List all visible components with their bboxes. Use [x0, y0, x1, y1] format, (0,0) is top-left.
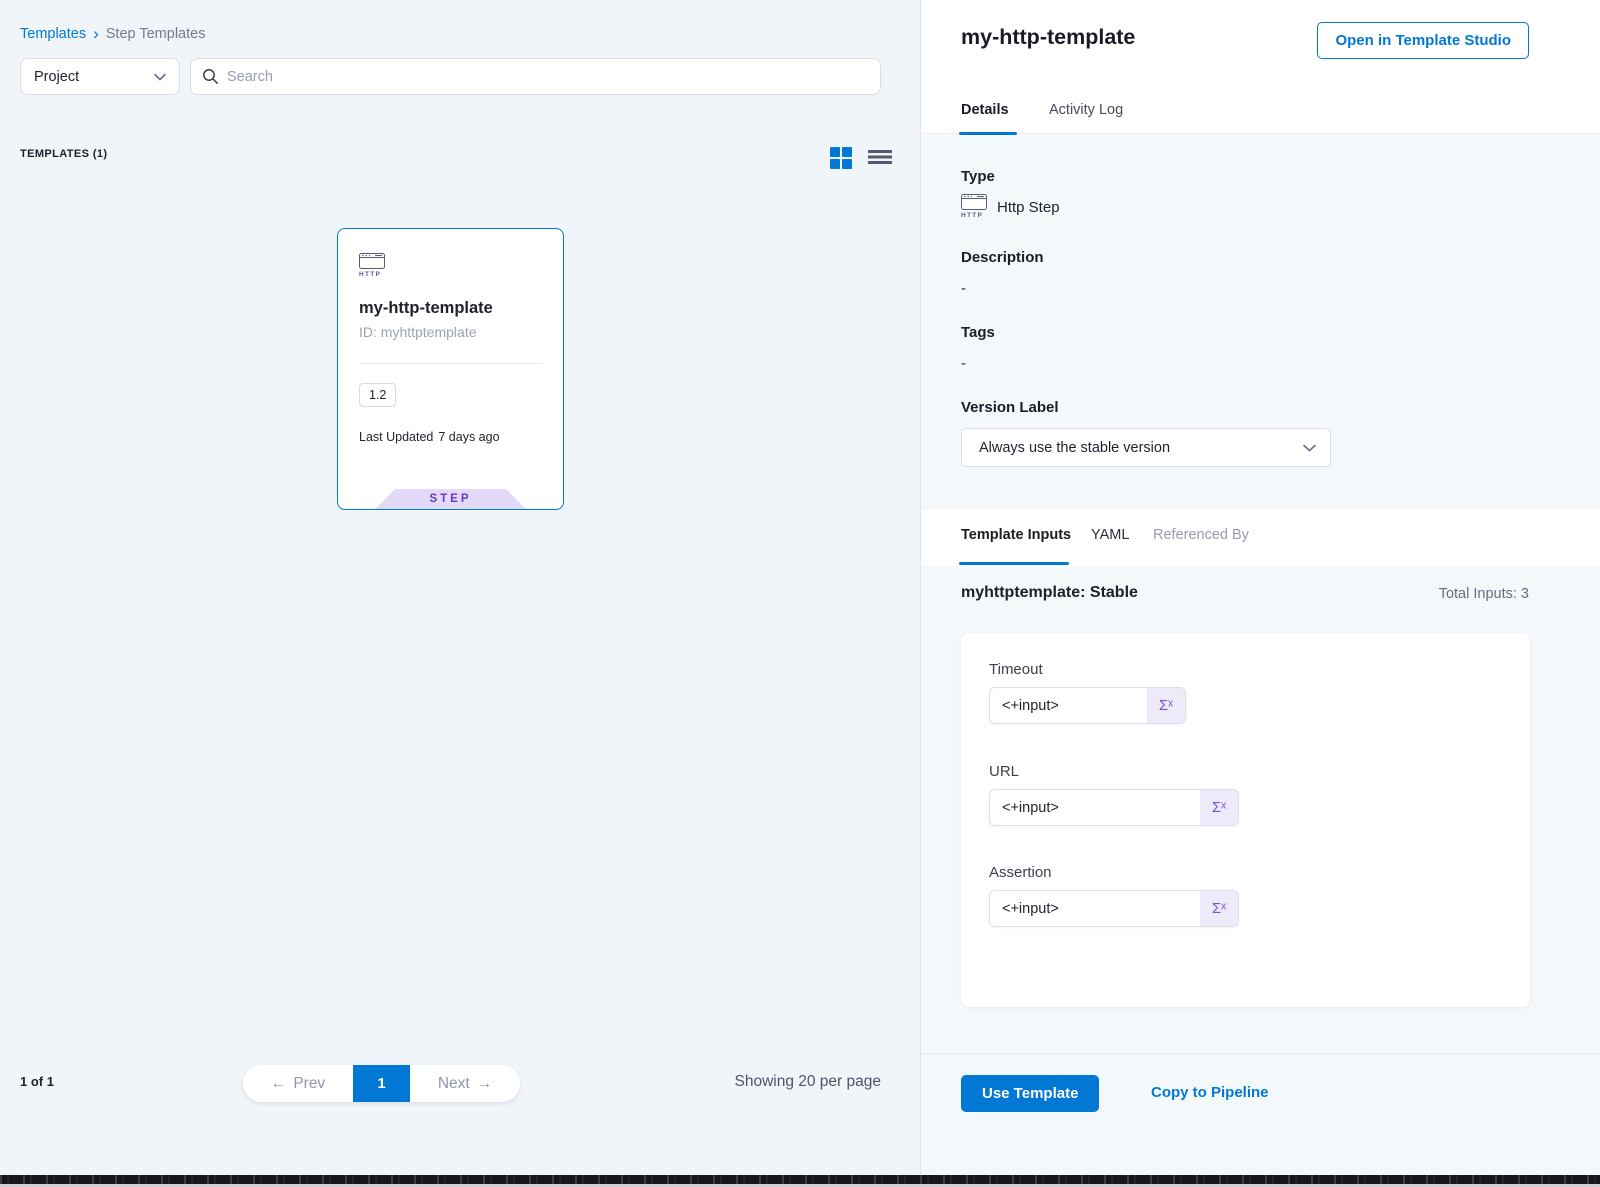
search-icon	[202, 68, 219, 85]
pagination: ← Prev 1 Next →	[243, 1065, 520, 1102]
template-card-id: ID: myhttptemplate	[359, 324, 477, 340]
url-input[interactable]	[990, 790, 1200, 825]
templates-count-header: TEMPLATES (1)	[20, 148, 108, 160]
per-page-label: Showing 20 per page	[734, 1073, 881, 1091]
template-details-panel: my-http-template Open in Template Studio…	[920, 0, 1600, 1175]
tab-yaml[interactable]: YAML	[1091, 527, 1129, 543]
step-type-ribbon: STEP	[376, 489, 526, 509]
tab-referenced-by[interactable]: Referenced By	[1153, 527, 1249, 543]
next-page-button[interactable]: Next →	[410, 1065, 520, 1102]
assertion-input-group: Σˣ	[989, 890, 1239, 927]
version-badge: 1.2	[359, 383, 396, 407]
details-section: Type HTTP Http Step Description - Tags -…	[921, 135, 1600, 509]
tab-template-inputs[interactable]: Template Inputs	[961, 527, 1071, 543]
url-input-group: Σˣ	[989, 789, 1239, 826]
template-card[interactable]: HTTP my-http-template ID: myhttptemplate…	[337, 228, 564, 510]
inputs-card: Timeout Σˣ URL Σˣ Assertion Σˣ	[961, 633, 1530, 1007]
tags-value: -	[961, 355, 966, 372]
timeout-input[interactable]	[990, 688, 1147, 723]
breadcrumb-templates-link[interactable]: Templates	[20, 26, 86, 42]
expression-sigma-icon[interactable]: Σˣ	[1200, 891, 1238, 926]
type-value: Http Step	[997, 199, 1060, 216]
left-arrow-icon: ←	[271, 1075, 287, 1093]
description-label: Description	[961, 249, 1044, 266]
use-template-button[interactable]: Use Template	[961, 1075, 1099, 1112]
panel-title: my-http-template	[961, 25, 1135, 50]
breadcrumb-chevron-icon: ›	[93, 25, 99, 42]
divider	[921, 1053, 1600, 1054]
version-select[interactable]: Always use the stable version	[961, 428, 1331, 467]
tab-activity-log[interactable]: Activity Log	[1049, 102, 1123, 118]
chevron-down-icon	[1303, 444, 1316, 452]
active-tab-underline	[959, 562, 1069, 565]
chevron-down-icon	[154, 73, 166, 81]
open-in-template-studio-button[interactable]: Open in Template Studio	[1317, 22, 1529, 59]
scope-select[interactable]: Project	[20, 58, 180, 95]
page-summary: 1 of 1	[20, 1074, 54, 1089]
app-window: Templates › Step Templates Project TEMPL…	[0, 0, 1600, 1187]
expression-sigma-icon[interactable]: Σˣ	[1147, 688, 1185, 723]
search-input[interactable]	[227, 69, 869, 85]
breadcrumb: Templates › Step Templates	[20, 26, 205, 42]
expression-sigma-icon[interactable]: Σˣ	[1200, 790, 1238, 825]
timeout-input-group: Σˣ	[989, 687, 1186, 724]
inputs-tabbar: Template Inputs YAML Referenced By	[921, 509, 1600, 566]
http-step-icon: HTTP	[359, 253, 387, 278]
grid-view-icon[interactable]	[830, 147, 852, 169]
version-select-value: Always use the stable version	[979, 440, 1170, 456]
timeout-label: Timeout	[989, 661, 1043, 678]
description-value: -	[961, 280, 966, 297]
tab-details[interactable]: Details	[961, 102, 1009, 118]
template-list-panel: Templates › Step Templates Project TEMPL…	[0, 0, 920, 1175]
inputs-heading: myhttptemplate: Stable	[961, 584, 1138, 602]
assertion-label: Assertion	[989, 864, 1052, 881]
template-card-title: my-http-template	[359, 299, 493, 318]
scope-select-value: Project	[34, 69, 79, 85]
page-1-button[interactable]: 1	[353, 1065, 410, 1102]
type-label: Type	[961, 168, 995, 185]
http-step-icon: HTTP	[961, 194, 989, 219]
breadcrumb-current: Step Templates	[106, 26, 206, 42]
assertion-input[interactable]	[990, 891, 1200, 926]
right-arrow-icon: →	[477, 1075, 493, 1093]
last-updated: Last Updated 7 days ago	[359, 430, 500, 444]
details-tabbar: Details Activity Log	[921, 86, 1600, 134]
divider	[359, 363, 542, 364]
search-box	[190, 58, 881, 95]
url-label: URL	[989, 763, 1019, 780]
list-view-icon[interactable]	[868, 150, 892, 167]
copy-to-pipeline-link[interactable]: Copy to Pipeline	[1151, 1084, 1269, 1101]
prev-page-button[interactable]: ← Prev	[243, 1065, 353, 1102]
version-label: Version Label	[961, 399, 1059, 416]
desktop-wallpaper-strip	[0, 1175, 1600, 1184]
total-inputs-label: Total Inputs: 3	[1439, 586, 1529, 602]
tags-label: Tags	[961, 324, 995, 341]
template-inputs-section: myhttptemplate: Stable Total Inputs: 3 T…	[921, 566, 1600, 1175]
